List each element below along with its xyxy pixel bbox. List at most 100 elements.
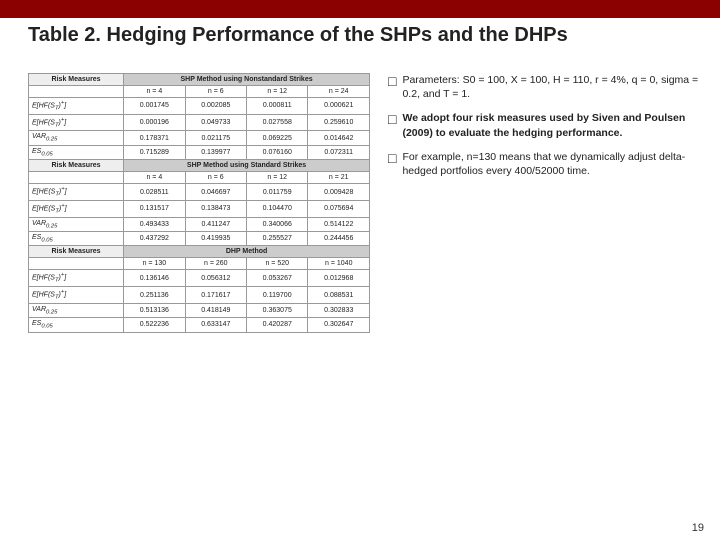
cell: 0.136146 [124, 270, 185, 287]
bullet-item-1: □ Parameters: S0 = 100, X = 100, H = 110… [388, 73, 708, 101]
bullet-symbol-2: □ [388, 110, 396, 129]
cell: 0.340066 [247, 217, 308, 231]
cell: 0.104470 [247, 200, 308, 217]
col-header: n = 12 [247, 172, 308, 184]
section-header-1: SHP Method using Nonstandard Strikes [124, 74, 370, 86]
cell: 0.419935 [185, 232, 246, 246]
table-row: ES0.05 0.715289 0.139977 0.076160 0.0723… [29, 145, 370, 159]
cell: 0.131517 [124, 200, 185, 217]
cell: 0.251136 [124, 287, 185, 304]
table-row: Risk Measures SHP Method using Nonstanda… [29, 74, 370, 86]
cell: 0.088531 [308, 287, 370, 304]
empty-cell [29, 258, 124, 270]
cell: 0.418149 [185, 303, 246, 317]
row-label: VAR0.25 [29, 217, 124, 231]
cell: 0.178371 [124, 131, 185, 145]
bullet-text-3: For example, n=130 means that we dynamic… [402, 150, 708, 178]
col-header: n = 21 [308, 172, 370, 184]
top-bar [0, 0, 720, 18]
cell: 0.420287 [247, 318, 308, 332]
cell: 0.076160 [247, 145, 308, 159]
row-label: ES0.05 [29, 145, 124, 159]
table-row: E[HF(ST)+] 0.001745 0.002085 0.000811 0.… [29, 98, 370, 115]
data-table: Risk Measures SHP Method using Nonstanda… [28, 73, 370, 333]
table-row: VAR0.25 0.493433 0.411247 0.340066 0.514… [29, 217, 370, 231]
risk-measures-label: Risk Measures [29, 74, 124, 86]
empty-cell [29, 172, 124, 184]
row-label: VAR0.25 [29, 303, 124, 317]
cell: 0.514122 [308, 217, 370, 231]
bullet-symbol-3: □ [388, 149, 396, 168]
row-label: ES0.05 [29, 232, 124, 246]
main-content: Risk Measures SHP Method using Nonstanda… [0, 65, 720, 540]
cell: 0.139977 [185, 145, 246, 159]
table-row: E[HE(ST)+] 0.028511 0.046697 0.011759 0.… [29, 184, 370, 201]
col-header: n = 4 [124, 172, 185, 184]
cell: 0.011759 [247, 184, 308, 201]
cell: 0.715289 [124, 145, 185, 159]
cell: 0.411247 [185, 217, 246, 231]
right-section: □ Parameters: S0 = 100, X = 100, H = 110… [380, 65, 720, 540]
cell: 0.138473 [185, 200, 246, 217]
cell: 0.493433 [124, 217, 185, 231]
cell: 0.021175 [185, 131, 246, 145]
table-row: E[HF(ST)+] 0.000196 0.049733 0.027558 0.… [29, 114, 370, 131]
table-row: Risk Measures SHP Method using Standard … [29, 160, 370, 172]
col-header: n = 260 [185, 258, 246, 270]
cell: 0.027558 [247, 114, 308, 131]
cell: 0.259610 [308, 114, 370, 131]
cell: 0.513136 [124, 303, 185, 317]
col-header: n = 130 [124, 258, 185, 270]
table-row: n = 4 n = 6 n = 12 n = 21 [29, 172, 370, 184]
table-row: E[HE(ST)+] 0.131517 0.138473 0.104470 0.… [29, 200, 370, 217]
cell: 0.075694 [308, 200, 370, 217]
row-label: ES0.05 [29, 318, 124, 332]
table-row: n = 4 n = 6 n = 12 n = 24 [29, 86, 370, 98]
cell: 0.000621 [308, 98, 370, 115]
row-label: VAR0.25 [29, 131, 124, 145]
empty-cell [29, 86, 124, 98]
cell: 0.056312 [185, 270, 246, 287]
cell: 0.001745 [124, 98, 185, 115]
col-header: n = 12 [247, 86, 308, 98]
col-header: n = 1040 [308, 258, 370, 270]
cell: 0.009428 [308, 184, 370, 201]
cell: 0.119700 [247, 287, 308, 304]
cell: 0.363075 [247, 303, 308, 317]
cell: 0.072311 [308, 145, 370, 159]
bullet-symbol-1: □ [388, 72, 396, 91]
cell: 0.633147 [185, 318, 246, 332]
cell: 0.049733 [185, 114, 246, 131]
cell: 0.053267 [247, 270, 308, 287]
cell: 0.069225 [247, 131, 308, 145]
cell: 0.255527 [247, 232, 308, 246]
cell: 0.014642 [308, 131, 370, 145]
col-header: n = 6 [185, 172, 246, 184]
cell: 0.046697 [185, 184, 246, 201]
cell: 0.522236 [124, 318, 185, 332]
section-header-2: SHP Method using Standard Strikes [124, 160, 370, 172]
row-label: E[HE(ST)+] [29, 184, 124, 201]
col-header: n = 520 [247, 258, 308, 270]
table-row: ES0.05 0.437292 0.419935 0.255527 0.2444… [29, 232, 370, 246]
cell: 0.002085 [185, 98, 246, 115]
cell: 0.302833 [308, 303, 370, 317]
bullet-text-1: Parameters: S0 = 100, X = 100, H = 110, … [402, 73, 708, 101]
table-row: E[HF(ST)+] 0.251136 0.171617 0.119700 0.… [29, 287, 370, 304]
risk-measures-label-3: Risk Measures [29, 246, 124, 258]
table-row: VAR0.25 0.178371 0.021175 0.069225 0.014… [29, 131, 370, 145]
page-number: 19 [692, 522, 704, 534]
cell: 0.302647 [308, 318, 370, 332]
table-row: n = 130 n = 260 n = 520 n = 1040 [29, 258, 370, 270]
cell: 0.244456 [308, 232, 370, 246]
table-row: ES0.05 0.522236 0.633147 0.420287 0.3026… [29, 318, 370, 332]
table-row: Risk Measures DHP Method [29, 246, 370, 258]
row-label: E[HF(ST)+] [29, 114, 124, 131]
col-header: n = 4 [124, 86, 185, 98]
bullet-item-2: □ We adopt four risk measures used by Si… [388, 111, 708, 139]
section-header-3: DHP Method [124, 246, 370, 258]
row-label: E[HF(ST)+] [29, 287, 124, 304]
row-label: E[HF(ST)+] [29, 270, 124, 287]
cell: 0.437292 [124, 232, 185, 246]
cell: 0.000196 [124, 114, 185, 131]
